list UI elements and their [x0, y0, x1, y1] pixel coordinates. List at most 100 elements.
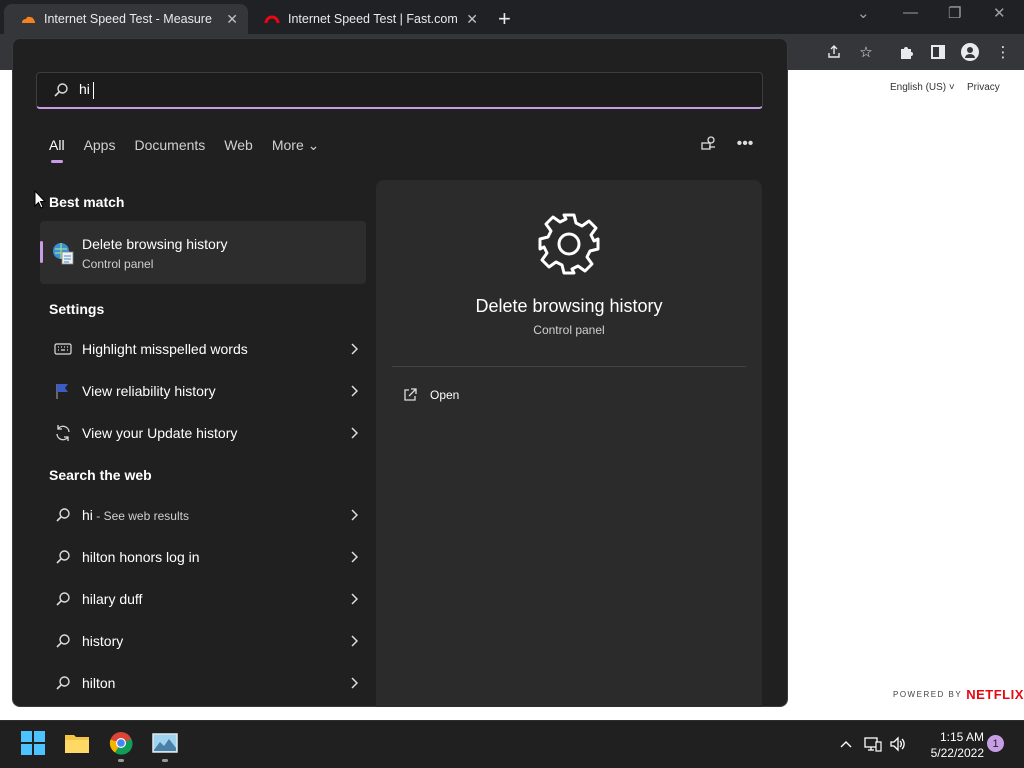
- running-indicator: [118, 759, 124, 762]
- chevron-up-icon[interactable]: [837, 736, 855, 752]
- web-result-item[interactable]: hilton: [44, 664, 360, 702]
- settings-heading: Settings: [49, 301, 105, 317]
- tab-title: Internet Speed Test | Fast.com: [288, 12, 458, 26]
- privacy-link[interactable]: Privacy: [967, 82, 1000, 93]
- open-external-icon: [404, 388, 417, 401]
- tab-search-chevron-icon[interactable]: ⌄: [857, 4, 870, 22]
- search-filter-tabs: All Apps Documents Web More ⌄: [49, 137, 320, 163]
- selection-indicator: [40, 241, 43, 263]
- more-options-ellipsis-icon[interactable]: •••: [735, 134, 755, 154]
- web-result-label: hilton: [82, 675, 116, 691]
- close-window-icon[interactable]: ✕: [993, 4, 1006, 22]
- tab-more-label: More: [271, 137, 304, 153]
- chevron-right-icon: [348, 385, 360, 397]
- chevron-right-icon: [348, 593, 360, 605]
- flag-icon: [52, 381, 74, 401]
- web-result-query: hi: [82, 507, 93, 523]
- refresh-icon: [52, 423, 74, 443]
- volume-icon[interactable]: [889, 736, 907, 752]
- web-result-item[interactable]: hilton honors log in: [44, 538, 360, 576]
- best-match-subtitle: Control panel: [82, 257, 154, 271]
- running-indicator: [162, 759, 168, 762]
- chevron-right-icon: [348, 509, 360, 521]
- profile-avatar-icon[interactable]: [960, 42, 980, 62]
- search-icon: [54, 83, 68, 97]
- minimize-icon[interactable]: —: [903, 4, 918, 21]
- powered-by-netflix[interactable]: POWERED BY NETFLIX: [893, 687, 1024, 702]
- settings-item-reliability-history[interactable]: View reliability history: [44, 372, 360, 410]
- account-switch-icon[interactable]: [699, 134, 719, 154]
- chevron-right-icon: [348, 551, 360, 563]
- result-detail-pane: Delete browsing history Control panel Op…: [376, 180, 762, 707]
- tab-web[interactable]: Web: [224, 137, 253, 154]
- mouse-pointer-icon: [34, 190, 46, 209]
- search-icon: [52, 673, 74, 693]
- search-query-text: hi: [79, 81, 94, 99]
- chevron-down-icon: ⌄: [307, 137, 320, 153]
- detail-subtitle: Control panel: [533, 323, 605, 337]
- open-action-button[interactable]: Open: [402, 387, 459, 403]
- browser-tab-speedtest[interactable]: Internet Speed Test - Measure N ✕: [4, 4, 248, 34]
- browser-menu-kebab-icon[interactable]: ⋮: [993, 42, 1013, 62]
- restore-icon[interactable]: ❐: [948, 4, 961, 22]
- tab-close-icon[interactable]: ✕: [466, 11, 478, 28]
- settings-item-label: View reliability history: [82, 383, 216, 399]
- chrome-taskbar-button[interactable]: [108, 730, 134, 756]
- chevron-right-icon: [348, 343, 360, 355]
- file-explorer-button[interactable]: [64, 730, 90, 756]
- search-icon: [52, 631, 74, 651]
- bookmark-star-icon[interactable]: ☆: [856, 42, 876, 62]
- cloud-icon: [22, 16, 35, 23]
- search-input[interactable]: hi: [36, 72, 763, 109]
- chevron-right-icon: [348, 427, 360, 439]
- settings-item-highlight-misspelled[interactable]: Highlight misspelled words: [44, 330, 360, 368]
- web-result-label: hilton honors log in: [82, 549, 200, 565]
- tab-close-icon[interactable]: ✕: [226, 11, 238, 28]
- open-action-label: Open: [430, 388, 460, 402]
- new-tab-plus-icon[interactable]: +: [498, 6, 511, 32]
- settings-item-label: Highlight misspelled words: [82, 341, 248, 357]
- keyboard-icon: [52, 339, 74, 359]
- best-match-heading: Best match: [49, 194, 125, 210]
- web-result-item[interactable]: hi - See web results: [44, 496, 360, 534]
- chrome-icon: [109, 732, 133, 755]
- text-caret: [92, 81, 94, 99]
- tab-documents[interactable]: Documents: [134, 137, 205, 154]
- web-result-suffix: - See web results: [92, 509, 189, 523]
- tab-apps[interactable]: Apps: [84, 137, 116, 154]
- web-result-label: history: [82, 633, 124, 649]
- web-result-item[interactable]: hilary duff: [44, 580, 360, 618]
- extensions-puzzle-icon[interactable]: [896, 42, 916, 62]
- windows-logo-icon: [21, 731, 45, 755]
- best-match-title: Delete browsing history: [82, 236, 228, 252]
- detail-title: Delete browsing history: [475, 296, 663, 316]
- best-match-result[interactable]: Delete browsing history Control panel: [40, 221, 366, 284]
- notification-badge[interactable]: 1: [987, 735, 1004, 752]
- netflix-logo: NETFLIX: [966, 687, 1024, 702]
- fast-gauge-icon: [264, 15, 280, 24]
- network-icon[interactable]: [864, 736, 882, 752]
- divider: [392, 366, 746, 367]
- search-icon: [52, 589, 74, 609]
- search-web-heading: Search the web: [49, 467, 152, 483]
- internet-options-icon: [53, 243, 74, 265]
- chevron-right-icon: [348, 635, 360, 647]
- gear-icon: [538, 213, 600, 275]
- search-icon: [52, 505, 74, 525]
- settings-item-update-history[interactable]: View your Update history: [44, 414, 360, 452]
- search-icon: [52, 547, 74, 567]
- side-panel-icon[interactable]: [928, 42, 948, 62]
- clock-time: 1:15 AM: [939, 730, 984, 744]
- web-result-item[interactable]: history: [44, 622, 360, 660]
- browser-tab-fastcom[interactable]: Internet Speed Test | Fast.com ✕: [248, 4, 488, 34]
- start-button[interactable]: [20, 730, 46, 756]
- language-selector[interactable]: English (US) ˅: [890, 82, 955, 93]
- tab-all[interactable]: All: [49, 137, 65, 163]
- chevron-right-icon: [348, 677, 360, 689]
- taskbar-clock[interactable]: 1:15 AM 5/22/2022: [912, 729, 984, 761]
- share-icon[interactable]: [824, 42, 844, 62]
- web-result-label: hi - See web results: [82, 507, 348, 523]
- tab-more[interactable]: More ⌄: [272, 137, 320, 154]
- photos-taskbar-button[interactable]: [152, 730, 178, 756]
- web-result-label: hilary duff: [82, 591, 143, 607]
